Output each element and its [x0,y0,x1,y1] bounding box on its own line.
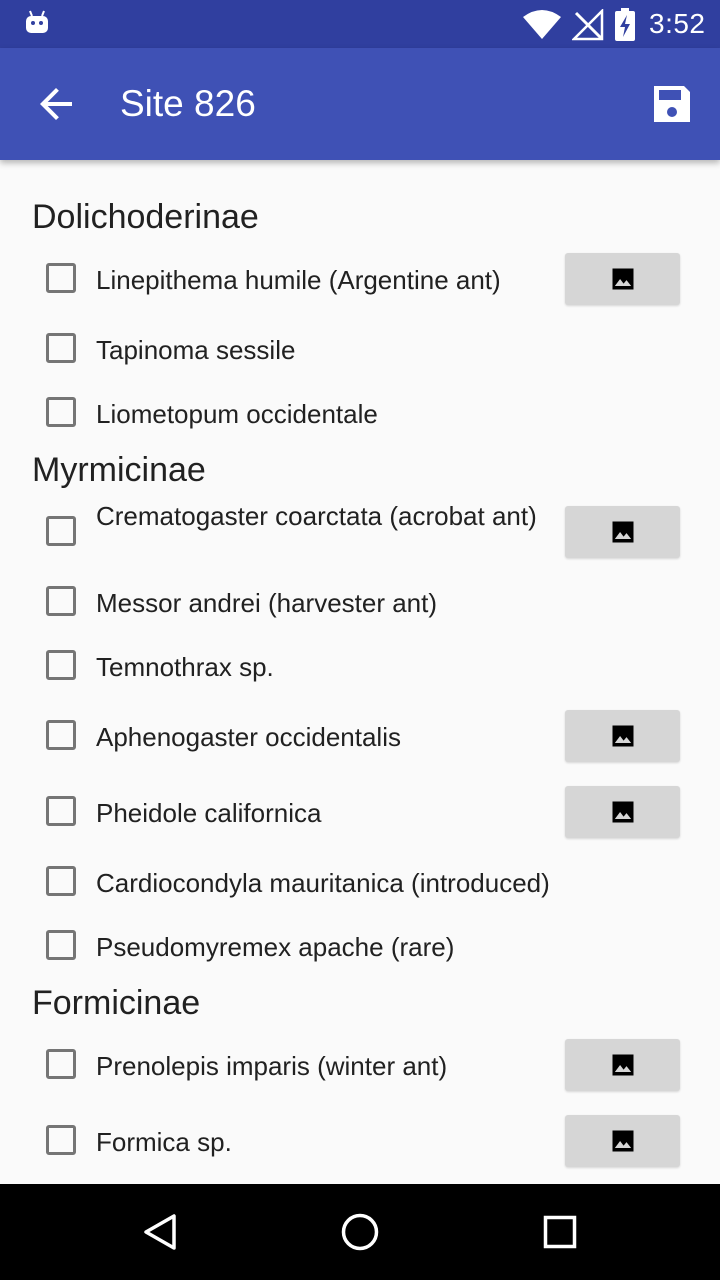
image-icon [612,1054,633,1076]
back-arrow-icon[interactable] [28,76,84,132]
checkbox-formica-sp[interactable] [46,1125,76,1155]
item-label-pheidole-californica: Pheidole californica [96,798,322,828]
checkbox-crematogaster-coarctata[interactable] [46,516,76,546]
checkbox-messor-andrei[interactable] [46,586,76,616]
item-label-messor-andrei: Messor andrei (harvester ant) [96,588,438,618]
home-circle-icon[interactable] [336,1208,384,1256]
page-title: Site 826 [120,83,256,124]
checkbox-liometopum-occidentale[interactable] [46,397,76,427]
photo-button-pheidole-californica[interactable] [565,786,680,838]
save-icon[interactable] [644,76,700,132]
section-title-myrmicinae: Myrmicinae [32,451,206,489]
checkbox-pheidole-californica[interactable] [46,796,76,826]
item-label-tapinoma-sessile: Tapinoma sessile [96,335,296,365]
recents-square-icon[interactable] [536,1208,584,1256]
status-bar: 3:52 [0,0,720,48]
photo-button-crematogaster-coarctata[interactable] [565,506,680,558]
checkbox-prenolepis-imparis[interactable] [46,1049,76,1079]
checkbox-pseudomyremex-apache[interactable] [46,930,76,960]
checkbox-cardiocondyla-mauritanica[interactable] [46,866,76,896]
item-label-temnothrax-sp: Temnothrax sp. [96,652,274,682]
item-label-linepithema-humile: Linepithema humile (Argentine ant) [96,265,501,295]
back-triangle-icon[interactable] [136,1208,184,1256]
item-label-pseudomyremex-apache: Pseudomyremex apache (rare) [96,932,455,962]
status-clock: 3:52 [649,8,706,39]
app-bar: Site 826 [0,48,720,160]
section-title-formicinae: Formicinae [32,984,201,1022]
checkbox-linepithema-humile[interactable] [46,263,76,293]
item-label-crematogaster-coarctata: Crematogaster coarctata (acrobat ant) [96,501,537,531]
photo-button-aphenogaster-occidentalis[interactable] [565,710,680,762]
photo-button-linepithema-humile[interactable] [565,253,680,305]
image-icon [612,521,633,543]
image-icon [612,801,633,823]
section-title-dolichoderinae: Dolichoderinae [32,198,259,236]
item-label-prenolepis-imparis: Prenolepis imparis (winter ant) [96,1051,448,1081]
item-label-formica-sp: Formica sp. [96,1127,232,1157]
checkbox-tapinoma-sessile[interactable] [46,333,76,363]
species-checklist[interactable]: Dolichoderinae Linepithema humile (Argen… [0,160,720,1184]
image-icon [612,725,633,747]
system-nav-bar [0,1184,720,1280]
checkbox-temnothrax-sp[interactable] [46,650,76,680]
item-label-cardiocondyla-mauritanica: Cardiocondyla mauritanica (introduced) [96,868,550,898]
battery-charging-icon [615,8,635,41]
wifi-icon [523,10,561,39]
image-icon [612,268,633,290]
photo-button-formica-sp[interactable] [565,1115,680,1167]
photo-button-prenolepis-imparis[interactable] [565,1039,680,1091]
item-label-liometopum-occidentale: Liometopum occidentale [96,399,378,429]
no-signal-icon [572,9,604,41]
checkbox-aphenogaster-occidentalis[interactable] [46,720,76,750]
android-debug-icon [26,10,48,33]
image-icon [612,1130,633,1152]
item-label-aphenogaster-occidentalis: Aphenogaster occidentalis [96,722,401,752]
